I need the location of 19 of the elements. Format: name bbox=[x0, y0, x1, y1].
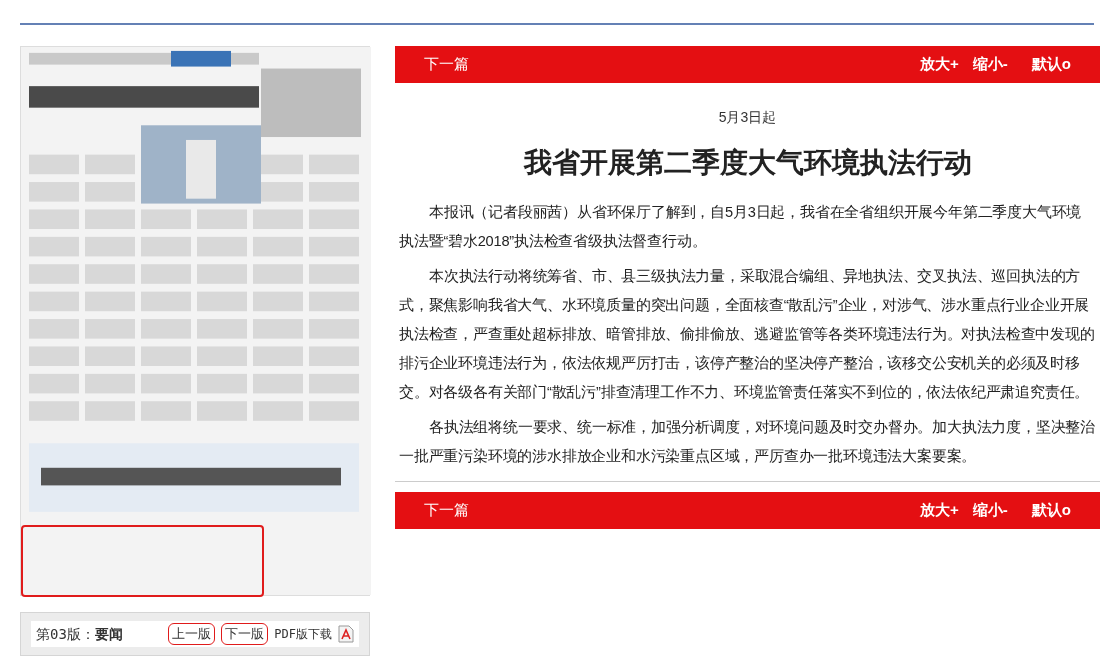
pdf-icon bbox=[338, 625, 354, 643]
article-paragraph: 各执法组将统一要求、统一标准，加强分析调度，对环境问题及时交办督办。加大执法力度，坚决整治一批严重污染环境的涉水排放企业和水污染重点区域，严厉查办一批环境违法大案要案。 bbox=[398, 418, 1096, 466]
zoom-in-link[interactable]: 放大+ bbox=[920, 53, 959, 76]
zoom-out-link[interactable]: 缩小- bbox=[972, 499, 1008, 522]
zoom-in-link[interactable]: 放大+ bbox=[920, 499, 959, 522]
next-article-link[interactable]: 下一篇 bbox=[424, 499, 469, 522]
article-paragraph: 本次执法行动将统筹省、市、县三级执法力量，采取混合编组、异地执法、交叉执法、巡回执法的方式，聚焦影响我省大气、水环境质量的突出问题，全面核查“散乱污”企业，对涉气、涉水重点行业企业开展执法检查，严查重处超标排放、暗管排放、偷排偷放、逃避监管等各类环境违法行为。对执法检查中发现的排污企业环境违法行为，依法依规严厉打击，该停产整治的坚决停产整治，该移交公安机关的必须及时移交。对各级各有关部门“散乱污”排查清理工作不力、环境监管责任落实不到位的，依法依纪严肃追究责任。 bbox=[398, 267, 1096, 402]
previous-page-button[interactable]: 上一版 bbox=[168, 623, 216, 645]
article-paragraph: 本报讯（记者段丽茜）从省环保厅了解到，自5月3日起，我省在全省组织开展今年第二季度大气环境执法暨“碧水2018”执法检查省级执法督查行动。 bbox=[398, 203, 1083, 251]
reset-size-link[interactable]: 默认o bbox=[1031, 53, 1071, 76]
highlight-frame[interactable] bbox=[21, 525, 264, 597]
article-subtitle: 5月3日起 bbox=[717, 108, 778, 127]
article-title: 我省开展第二季度大气环境执法行动 bbox=[522, 146, 973, 180]
next-page-button[interactable]: 下一版 bbox=[221, 623, 269, 645]
reset-size-link[interactable]: 默认o bbox=[1031, 499, 1071, 522]
next-article-link[interactable]: 下一篇 bbox=[424, 53, 469, 76]
pdf-download-link[interactable]: PDF版下载 bbox=[274, 625, 332, 643]
edition-label: 第03版：要闻 bbox=[36, 624, 123, 644]
zoom-out-link[interactable]: 缩小- bbox=[972, 53, 1008, 76]
